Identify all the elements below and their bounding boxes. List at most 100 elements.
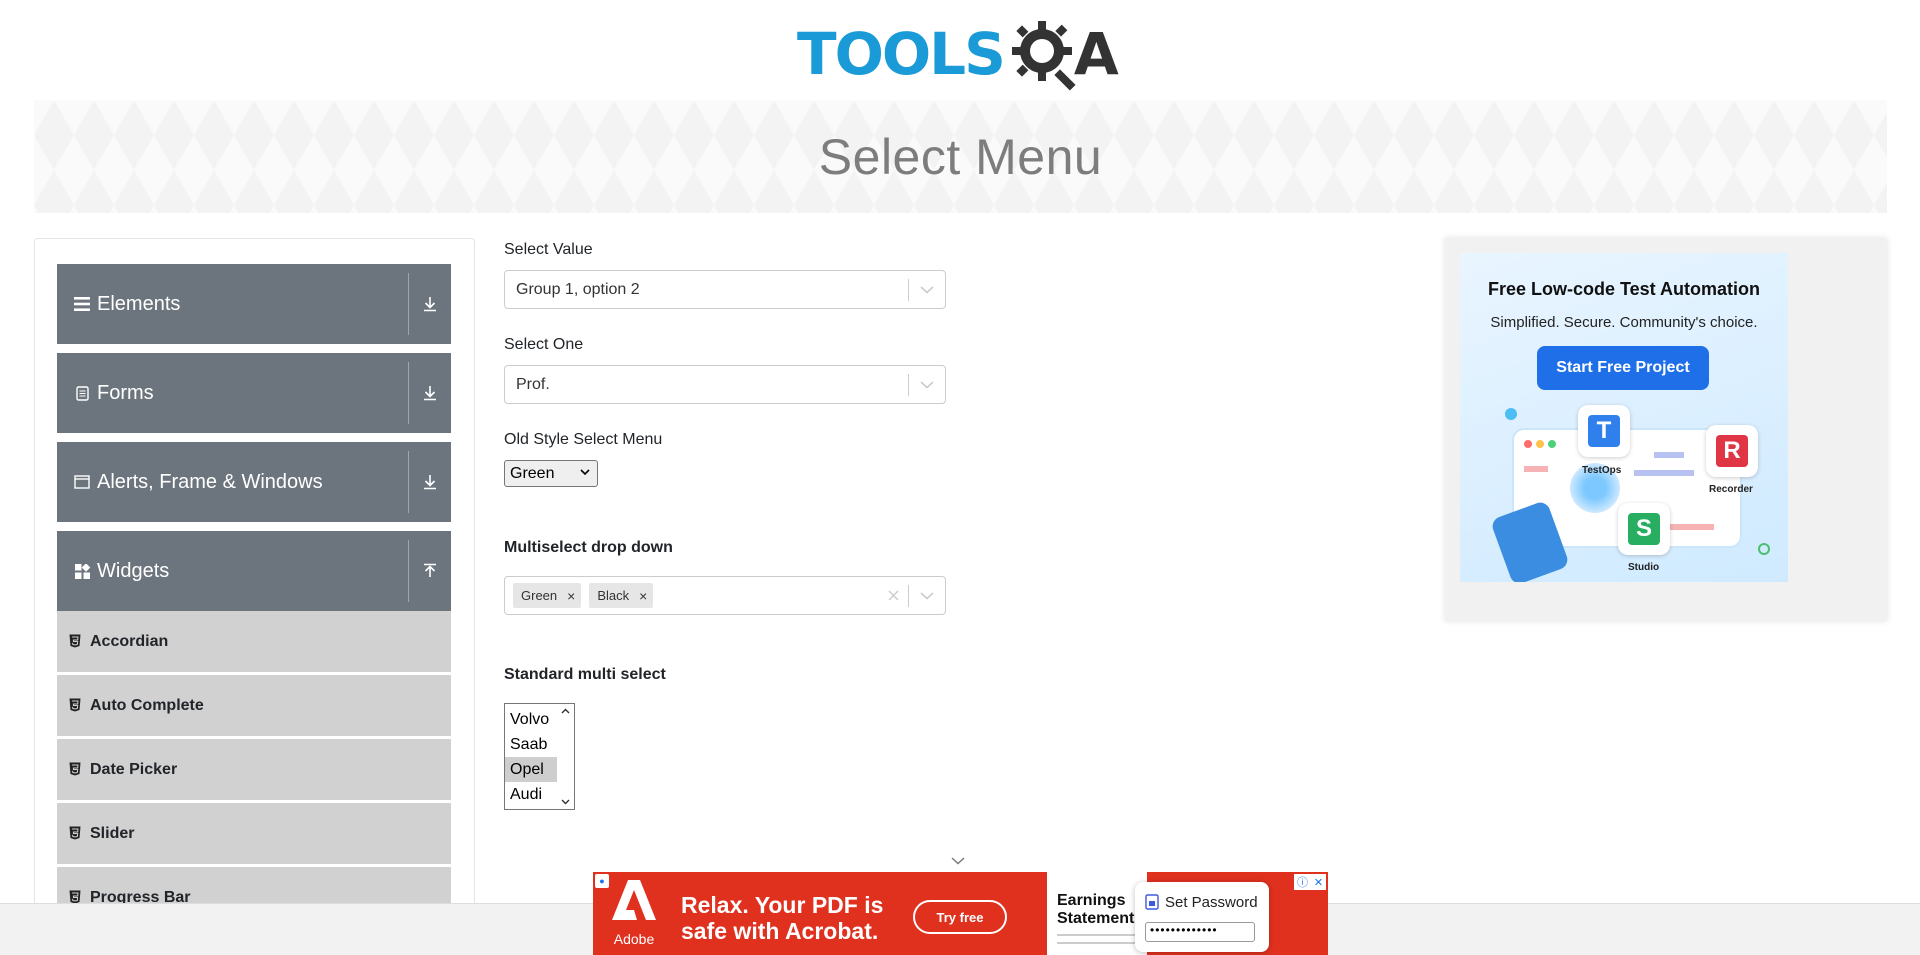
multiselect-label: Multiselect drop down	[504, 539, 673, 556]
gear-magnifier-icon	[1011, 21, 1076, 91]
download-icon[interactable]	[409, 385, 451, 401]
ad-badge-icon: ●	[595, 874, 609, 888]
select-one-current: Prof.	[516, 375, 550, 393]
sidebar-group-label: Elements	[97, 292, 181, 315]
scroll-up-icon[interactable]	[561, 708, 570, 714]
chevron-down-icon[interactable]	[909, 380, 945, 389]
password-field: •••••••••••••	[1145, 922, 1255, 942]
sidebar-group-label: Forms	[97, 381, 154, 404]
chevron-down-icon[interactable]	[909, 285, 945, 294]
window-icon	[73, 473, 91, 491]
try-free-button[interactable]: Try free	[913, 900, 1007, 934]
ad-subtitle: Simplified. Secure. Community's choice.	[1490, 314, 1758, 331]
dot-icon	[1536, 440, 1544, 448]
testops-app-tile: T	[1578, 405, 1630, 457]
bar-shape	[1654, 452, 1684, 458]
sidebar-group-alerts[interactable]: Alerts, Frame & Windows	[57, 442, 451, 522]
earnings-statement-doc: Earnings Statement	[1047, 872, 1147, 955]
chip-remove-icon[interactable]: ×	[563, 588, 581, 604]
option-opel[interactable]: Opel	[505, 757, 557, 782]
ad-headline-line: safe with Acrobat.	[681, 918, 879, 944]
sidebar-group-elements[interactable]: Elements	[57, 264, 451, 344]
html5-icon	[69, 826, 83, 842]
option-saab[interactable]: Saab	[505, 732, 557, 757]
download-icon[interactable]	[409, 474, 451, 490]
recorder-app-tile: R	[1706, 425, 1758, 477]
chip-label: Green	[521, 588, 558, 603]
doc-line	[1057, 934, 1137, 936]
dot-icon	[1524, 440, 1532, 448]
chip-remove-icon[interactable]: ×	[635, 588, 653, 604]
sidebar-group-label: Widgets	[97, 559, 170, 582]
sidebar-item-accordian[interactable]: Accordian	[57, 611, 451, 673]
html5-icon	[69, 762, 83, 778]
ad-headline-line: Relax. Your PDF is	[681, 892, 884, 918]
acrobat-ad[interactable]: Adobe Relax. Your PDF is safe with Acrob…	[593, 872, 1328, 955]
download-icon[interactable]	[409, 296, 451, 312]
adobe-a-icon	[603, 880, 665, 931]
html5-icon	[69, 634, 83, 650]
ad-choices[interactable]: ⓘ ✕	[1294, 874, 1326, 890]
chip-black: Black ×	[589, 583, 654, 608]
toolsqa-logo[interactable]: TOOLS A	[797, 14, 1127, 94]
multiselect-dropdown[interactable]: Green × Black ×	[504, 576, 946, 615]
sidebar-item-label: Auto Complete	[90, 696, 204, 714]
option-volvo[interactable]: Volvo	[505, 707, 557, 732]
adobe-logo: Adobe	[603, 880, 665, 955]
clear-icon[interactable]	[878, 590, 908, 601]
chevron-down-icon[interactable]	[909, 591, 945, 600]
start-free-project-button[interactable]: Start Free Project	[1537, 346, 1709, 390]
studio-app-tile: S	[1618, 503, 1670, 555]
option-audi[interactable]: Audi	[505, 782, 557, 807]
set-password-card: Set Password •••••••••••••	[1135, 882, 1269, 952]
doc-title-line: Earnings	[1057, 892, 1126, 909]
old-style-select-value: Green	[510, 464, 555, 482]
standard-multi-select[interactable]: Volvo Saab Opel Audi	[504, 703, 575, 810]
app-name: TestOps	[1582, 465, 1622, 476]
scroll-down-icon[interactable]	[561, 799, 570, 805]
recorder-icon: R	[1716, 435, 1748, 467]
studio-icon: S	[1628, 513, 1660, 545]
set-password-title: Set Password	[1165, 894, 1258, 911]
form-icon	[73, 384, 91, 402]
ad-title: Free Low-code Test Automation	[1487, 279, 1760, 299]
sidebar-group-label: Alerts, Frame & Windows	[97, 470, 323, 493]
old-style-select[interactable]: Green	[504, 460, 598, 487]
page-title: Select Menu	[818, 128, 1103, 185]
sidebar-group-widgets[interactable]: Widgets	[57, 531, 451, 611]
page-banner: Select Menu	[34, 100, 1887, 213]
dot-icon	[1548, 440, 1556, 448]
app-name: Recorder	[1709, 484, 1753, 495]
decor-dot	[1505, 408, 1517, 420]
ad-close-icon[interactable]: ✕	[1314, 876, 1323, 889]
testops-ad-creative: Free Low-code Test Automation Simplified…	[1460, 253, 1788, 582]
app-name: Studio	[1628, 562, 1660, 573]
chip-label: Black	[597, 588, 630, 603]
pdf-lock-icon	[1145, 894, 1159, 910]
html5-icon	[69, 698, 83, 714]
adobe-brand: Adobe	[613, 931, 655, 947]
select-value-current: Group 1, option 2	[516, 280, 640, 298]
select-value-label: Select Value	[504, 241, 593, 258]
doc-line	[1057, 942, 1137, 944]
select-value-dropdown[interactable]: Group 1, option 2	[504, 270, 946, 309]
left-sidebar: Elements Forms Alerts, Frame & Windows W…	[34, 238, 475, 955]
sidebar-item-date-picker[interactable]: Date Picker	[57, 739, 451, 801]
logo-suffix: A	[1073, 20, 1119, 88]
sidebar-item-label: Slider	[90, 824, 135, 842]
doc-title-line: Statement	[1057, 910, 1135, 927]
listbox-scrollbar[interactable]	[557, 704, 574, 809]
chip-green: Green ×	[513, 583, 582, 608]
sidebar-item-auto-complete[interactable]: Auto Complete	[57, 675, 451, 737]
chevron-down-icon[interactable]	[951, 857, 965, 865]
bar-shape	[1524, 466, 1548, 472]
sidebar-group-forms[interactable]: Forms	[57, 353, 451, 433]
select-one-dropdown[interactable]: Prof.	[504, 365, 946, 404]
bar-shape	[1664, 524, 1714, 530]
select-one-label: Select One	[504, 336, 584, 353]
sidebar-item-label: Accordian	[90, 632, 169, 650]
sidebar-item-slider[interactable]: Slider	[57, 803, 451, 865]
ad-info-icon[interactable]: ⓘ	[1297, 874, 1308, 890]
upload-icon[interactable]	[409, 563, 451, 579]
testops-ad[interactable]: Free Low-code Test Automation Simplified…	[1445, 238, 1887, 621]
